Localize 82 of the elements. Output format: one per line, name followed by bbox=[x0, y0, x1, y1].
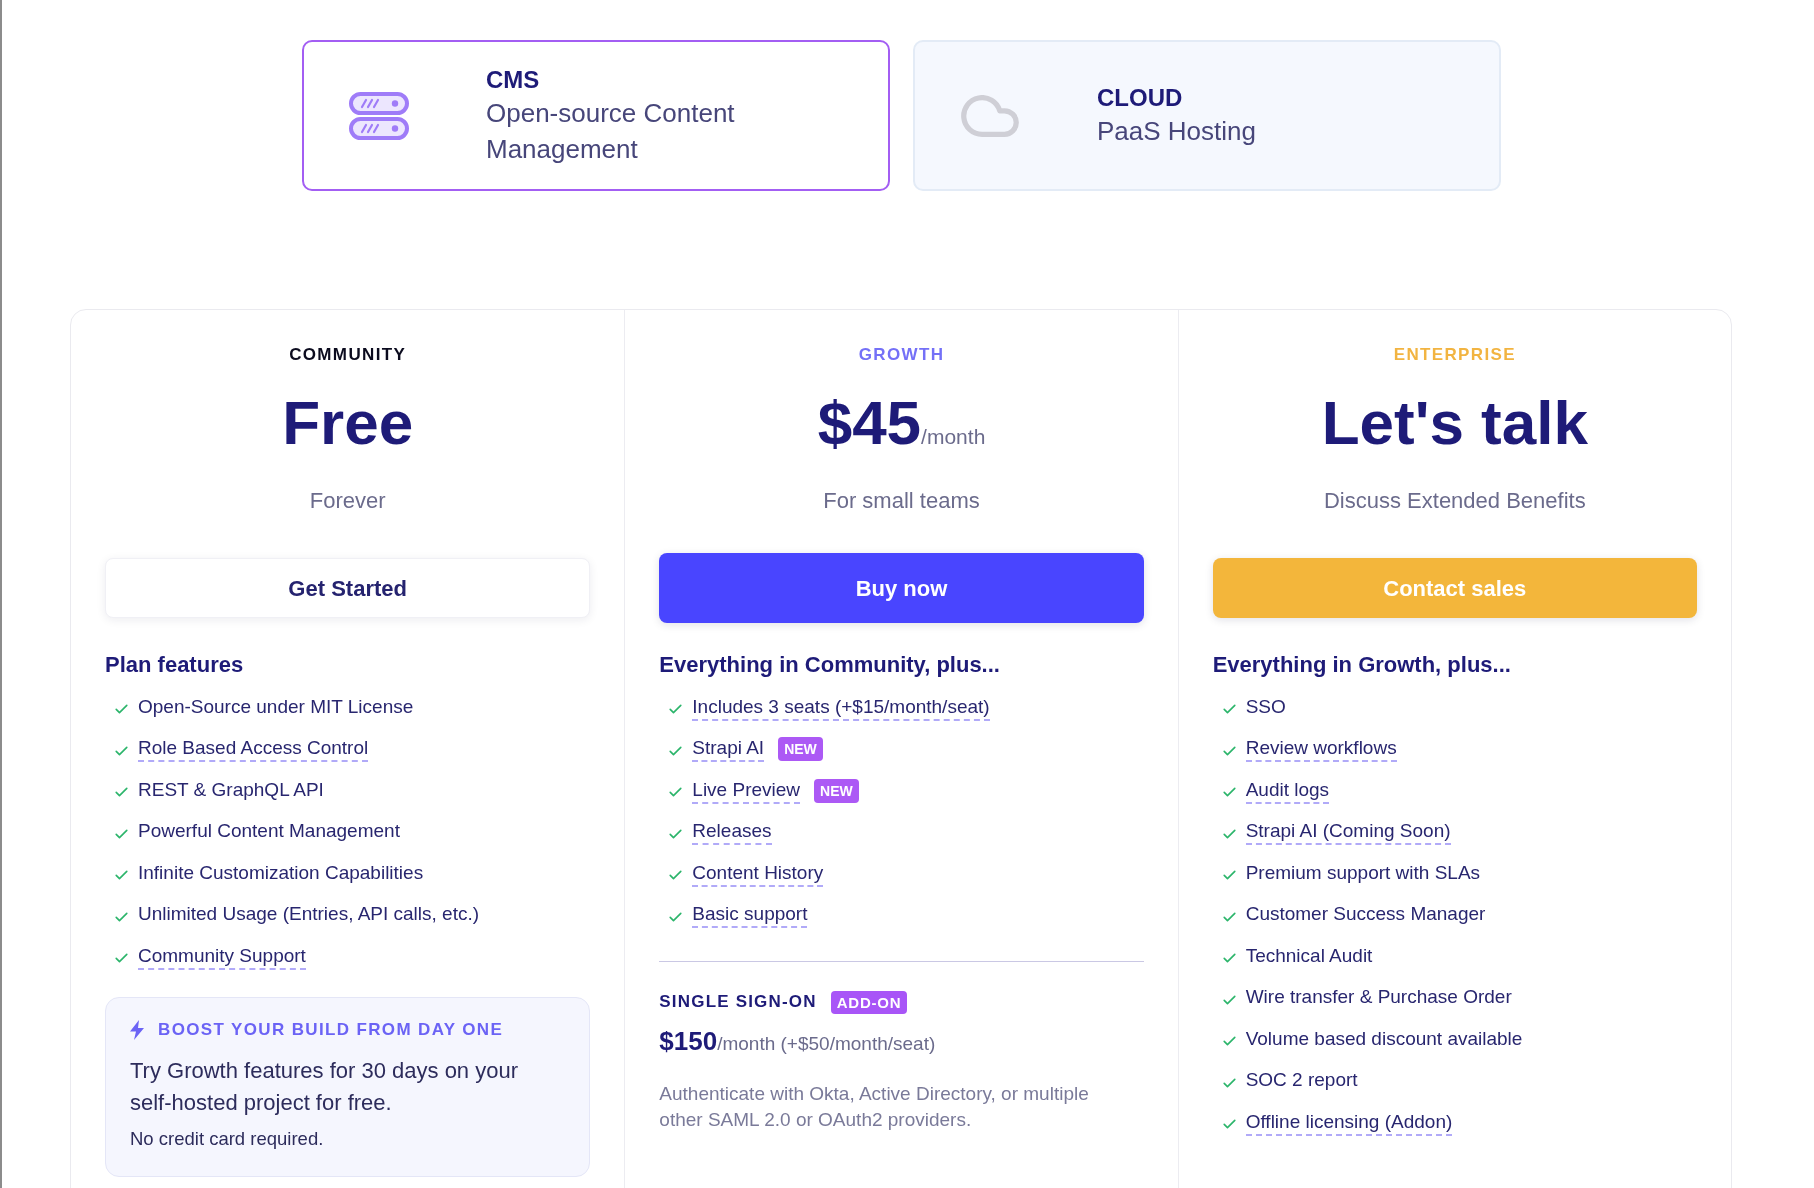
feature-text: Strapi AI (Coming Soon) bbox=[1245, 819, 1451, 846]
feature-text: Live Preview bbox=[692, 777, 801, 804]
feature-badge: NEW bbox=[778, 737, 823, 762]
feature-text: Technical Audit bbox=[1245, 943, 1373, 968]
price-text: $45 bbox=[817, 388, 922, 458]
check-icon bbox=[115, 911, 128, 922]
feature-text: Infinite Customization Capabilities bbox=[138, 860, 424, 885]
promo-text: Try Growth features for 30 days on your self-hosted project for free. bbox=[130, 1056, 520, 1117]
check-icon bbox=[115, 787, 128, 798]
addon-price-note: /month (+$50/month/seat) bbox=[717, 1033, 936, 1056]
product-tab[interactable]: CLOUD PaaS Hosting bbox=[913, 40, 1501, 191]
check-icon bbox=[669, 911, 683, 922]
feature-text: SOC 2 report bbox=[1245, 1068, 1358, 1093]
check-icon bbox=[1222, 1077, 1236, 1088]
addon-badge: ADD-ON bbox=[830, 990, 908, 1014]
feature-text: REST & GraphQL API bbox=[138, 777, 324, 802]
feature-text: Role Based Access Control bbox=[138, 736, 369, 763]
check-icon bbox=[669, 704, 683, 715]
product-subtitle: Open-source Content Management bbox=[486, 96, 736, 166]
feature-text: Powerful Content Management bbox=[138, 819, 400, 844]
feature-text: Offline licensing (Addon) bbox=[1245, 1109, 1453, 1136]
check-icon bbox=[1222, 704, 1236, 715]
feature-text: Wire transfer & Purchase Order bbox=[1245, 985, 1512, 1010]
check-icon bbox=[1222, 870, 1236, 881]
check-icon bbox=[115, 745, 128, 756]
tier-label: ENTERPRISE bbox=[1392, 344, 1517, 366]
feature-text: Customer Success Manager bbox=[1245, 902, 1486, 927]
check-icon bbox=[1222, 1036, 1236, 1047]
plan-subtitle: Forever bbox=[308, 487, 387, 515]
addon-description: Authenticate with Okta, Active Directory, or multiple other SAML 2.0 or OAuth2 providers. bbox=[659, 1082, 1090, 1132]
feature-text: Audit logs bbox=[1245, 777, 1330, 804]
feature-text: Strapi AI bbox=[692, 736, 765, 763]
check-icon bbox=[1222, 745, 1236, 756]
feature-text: SSO bbox=[1245, 694, 1286, 719]
feature-badge: NEW bbox=[814, 778, 859, 803]
promo-note: No credit card required. bbox=[130, 1126, 325, 1151]
server-icon bbox=[349, 91, 409, 140]
product-title: CLOUD bbox=[1097, 82, 1184, 113]
plan-subtitle: For small teams bbox=[822, 487, 981, 515]
check-icon bbox=[669, 870, 683, 881]
feature-text: Basic support bbox=[692, 902, 808, 929]
features-heading: Everything in Growth, plus... bbox=[1212, 651, 1512, 679]
plan-subtitle: Discuss Extended Benefits bbox=[1322, 487, 1587, 515]
price-text: Let's talk bbox=[1321, 388, 1588, 458]
feature-text: Open-Source under MIT License bbox=[138, 694, 414, 719]
features-heading: Everything in Community, plus... bbox=[659, 651, 1001, 679]
product-subtitle: PaaS Hosting bbox=[1097, 114, 1257, 148]
check-icon bbox=[1222, 787, 1236, 798]
cta-button[interactable]: Get Started bbox=[105, 558, 591, 618]
product-tab[interactable]: CMS Open-source Content Management bbox=[302, 40, 890, 191]
addon-title: SINGLE SIGN-ON bbox=[659, 991, 817, 1013]
check-icon bbox=[1222, 994, 1236, 1005]
feature-text: Content History bbox=[692, 860, 824, 887]
feature-text: Community Support bbox=[138, 943, 306, 970]
check-icon bbox=[1222, 953, 1236, 964]
feature-text: Volume based discount available bbox=[1245, 1026, 1523, 1051]
addon-price: $150 bbox=[659, 1027, 718, 1055]
check-icon bbox=[669, 828, 683, 839]
feature-text: Premium support with SLAs bbox=[1245, 860, 1481, 885]
price-text: Free bbox=[282, 388, 414, 458]
feature-text: Unlimited Usage (Entries, API calls, etc.) bbox=[138, 902, 480, 927]
check-icon bbox=[115, 704, 128, 715]
check-icon bbox=[115, 828, 128, 839]
feature-text: Includes 3 seats (+$15/month/seat) bbox=[692, 694, 990, 721]
check-icon bbox=[669, 787, 683, 798]
feature-text: Releases bbox=[692, 819, 772, 846]
check-icon bbox=[115, 953, 128, 964]
cloud-icon bbox=[961, 94, 1019, 137]
tier-label: GROWTH bbox=[857, 344, 946, 366]
check-icon bbox=[1222, 828, 1236, 839]
tier-label: COMMUNITY bbox=[288, 344, 408, 366]
promo-title: BOOST YOUR BUILD FROM DAY ONE bbox=[158, 1018, 504, 1041]
check-icon bbox=[1222, 1119, 1236, 1130]
features-heading: Plan features bbox=[105, 651, 245, 679]
lightning-icon bbox=[130, 1019, 144, 1040]
feature-text: Review workflows bbox=[1245, 736, 1397, 763]
price-unit: /month bbox=[921, 425, 986, 448]
check-icon bbox=[669, 745, 683, 756]
product-title: CMS bbox=[486, 64, 541, 95]
cta-button[interactable]: Buy now bbox=[659, 553, 1144, 623]
check-icon bbox=[1222, 911, 1236, 922]
check-icon bbox=[115, 870, 128, 881]
